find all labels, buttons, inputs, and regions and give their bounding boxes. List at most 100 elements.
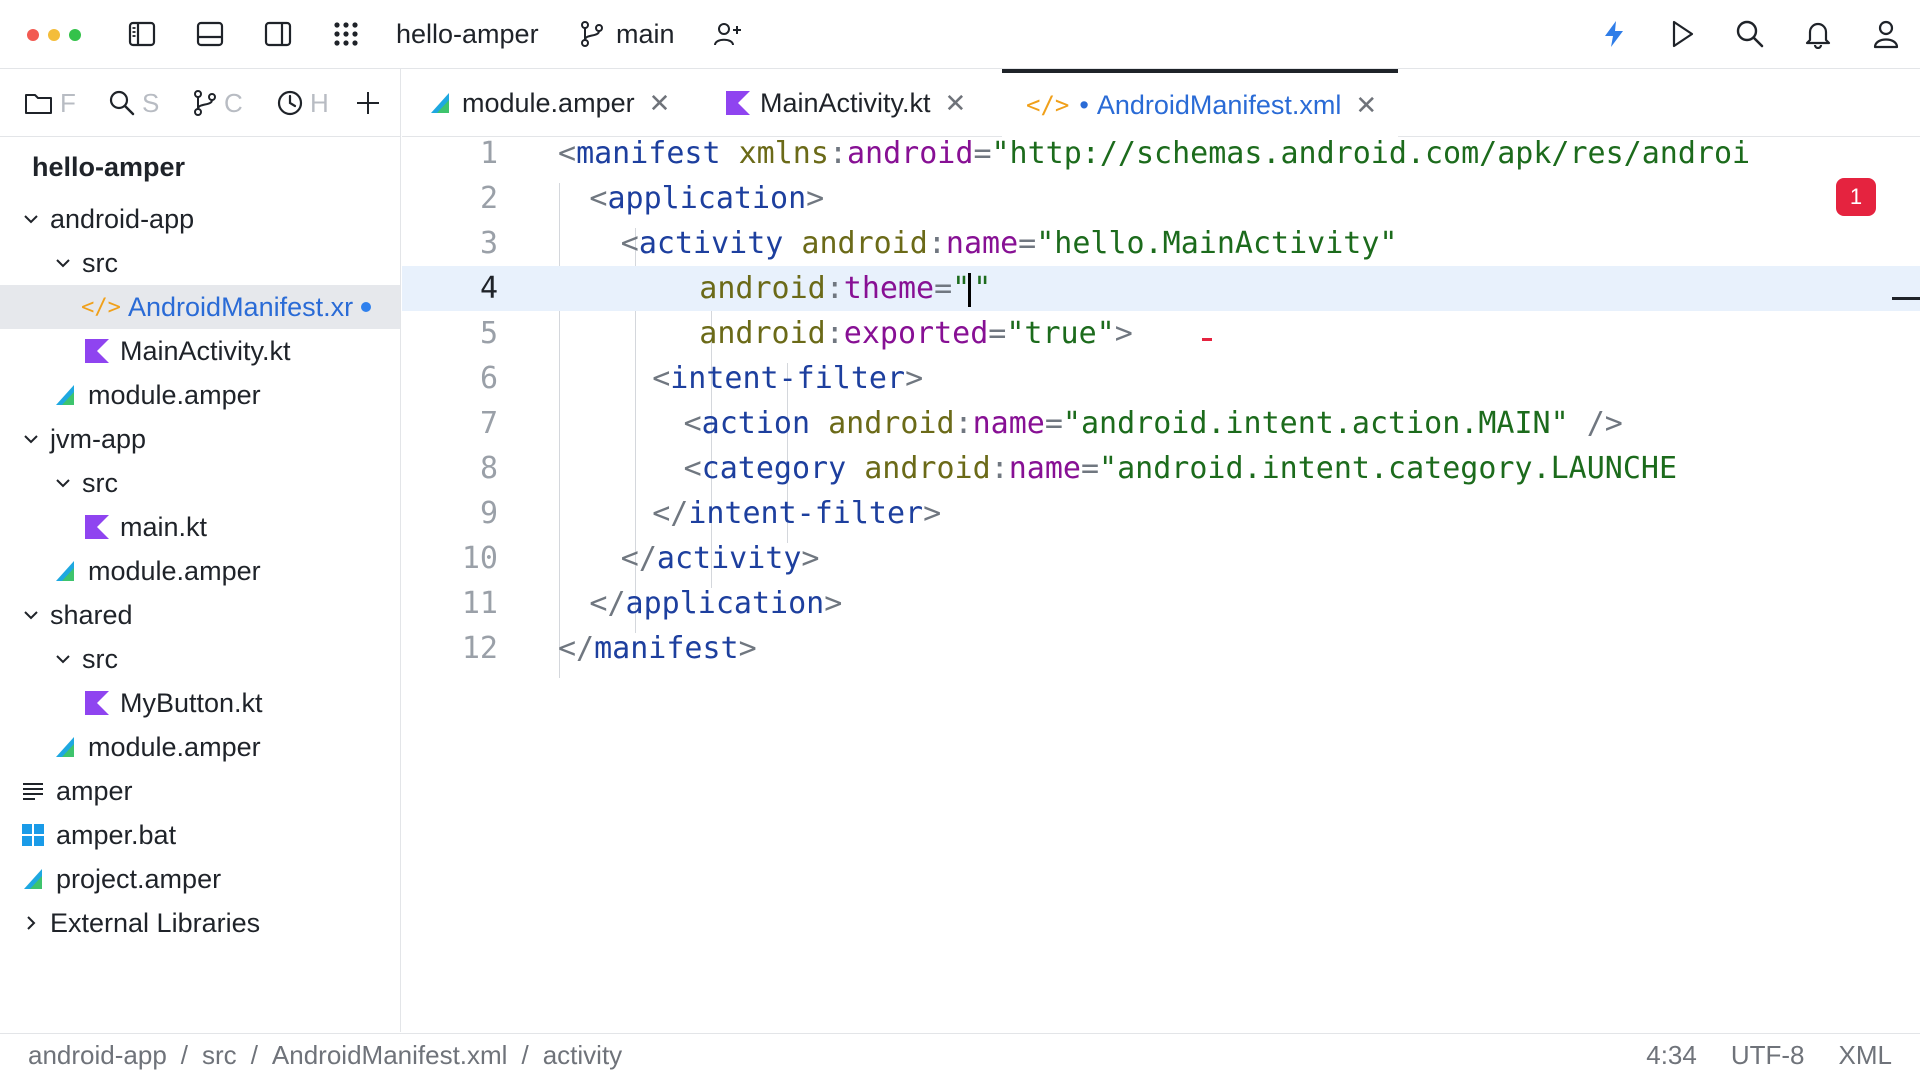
token-eq: = xyxy=(988,316,1007,351)
folder-icon xyxy=(25,94,52,114)
file-language[interactable]: XML xyxy=(1839,1040,1892,1071)
code-text: <category android:name="android.intent.c… xyxy=(684,446,1677,491)
chevron-down-icon[interactable] xyxy=(52,252,74,274)
code-line[interactable]: 3 <activity android:name="hello.MainActiv… xyxy=(402,221,1920,266)
token-ns: android xyxy=(847,138,974,171)
tree-item[interactable]: MyButton.kt xyxy=(0,681,400,725)
plus-icon xyxy=(357,92,379,114)
tree-item[interactable]: project.amper xyxy=(0,857,400,901)
add-user-icon[interactable] xyxy=(710,16,746,52)
code-line[interactable]: 1 <manifest xmlns:android="http://schemas… xyxy=(402,138,1920,176)
code-line[interactable]: 12 </manifest> xyxy=(402,626,1920,671)
error-count-badge[interactable]: 1 xyxy=(1836,178,1876,216)
main-menu-grid-icon[interactable] xyxy=(328,16,364,52)
code-editor[interactable]: 1 <manifest xmlns:android="http://schemas… xyxy=(402,138,1920,1032)
close-tab-icon[interactable]: ✕ xyxy=(1355,90,1377,121)
tab-commit[interactable]: C xyxy=(192,85,243,121)
tree-item[interactable]: </> AndroidManifest.xr xyxy=(0,285,400,329)
code-line[interactable]: 5 android:exported="true"> xyxy=(402,311,1920,356)
token-val: "http://schemas.android.com/apk/res/andr… xyxy=(991,138,1751,171)
tree-item[interactable]: shared xyxy=(0,593,400,637)
chevron-down-icon[interactable] xyxy=(20,208,42,230)
breadcrumb-item[interactable]: AndroidManifest.xml xyxy=(272,1040,508,1071)
line-number: 12 xyxy=(461,631,498,666)
breadcrumb-item[interactable]: activity xyxy=(543,1040,622,1071)
tree-item[interactable]: src xyxy=(0,461,400,505)
lightning-icon[interactable] xyxy=(1596,16,1632,52)
code-line[interactable]: 11 </application> xyxy=(402,581,1920,626)
code-line[interactable]: 6 <intent-filter> xyxy=(402,356,1920,401)
maximize-window-button[interactable] xyxy=(69,29,81,41)
code-text: </activity> xyxy=(621,536,820,581)
tree-item[interactable]: main.kt xyxy=(0,505,400,549)
tree-item[interactable]: External Libraries xyxy=(0,901,400,945)
tree-item[interactable]: module.amper xyxy=(0,549,400,593)
code-text: <activity android:name="hello.MainActivi… xyxy=(621,221,1398,266)
tree-item[interactable]: src xyxy=(0,241,400,285)
tree-item[interactable]: module.amper xyxy=(0,373,400,417)
amper-icon xyxy=(20,866,46,892)
code-text: </intent-filter> xyxy=(652,491,941,536)
breadcrumb-item[interactable]: src xyxy=(202,1040,237,1071)
chevron-down-icon[interactable] xyxy=(20,428,42,450)
tree-item[interactable]: amper.bat xyxy=(0,813,400,857)
token-close: > xyxy=(738,631,757,666)
tree-item[interactable]: amper xyxy=(0,769,400,813)
chevron-down-icon[interactable] xyxy=(52,648,74,670)
search-icon[interactable] xyxy=(1732,16,1768,52)
close-tab-icon[interactable]: ✕ xyxy=(649,88,671,119)
project-root[interactable]: hello-amper xyxy=(32,152,185,183)
code-line[interactable]: 8 <category android:name="android.intent.… xyxy=(402,446,1920,491)
add-tab-button[interactable] xyxy=(354,85,382,121)
breadcrumb-item[interactable]: android-app xyxy=(28,1040,167,1071)
project-name[interactable]: hello-amper xyxy=(396,18,539,50)
bottom-panel-toggle-icon[interactable] xyxy=(192,16,228,52)
chevron-down-icon[interactable] xyxy=(20,604,42,626)
run-icon[interactable] xyxy=(1664,16,1700,52)
windows-icon xyxy=(20,822,46,848)
token-ns: theme xyxy=(843,271,935,306)
cursor-position[interactable]: 4:34 xyxy=(1646,1040,1697,1071)
editor-tab-androidmanifest[interactable]: </> • AndroidManifest.xml ✕ xyxy=(1002,69,1398,137)
token-colon: : xyxy=(828,138,847,171)
bell-icon[interactable] xyxy=(1800,16,1836,52)
tree-item[interactable]: jvm-app xyxy=(0,417,400,461)
scrollbar-marker[interactable] xyxy=(1892,297,1920,300)
tree-item[interactable]: MainActivity.kt xyxy=(0,329,400,373)
left-panel-toggle-icon[interactable] xyxy=(124,16,160,52)
token-attr: xmlns xyxy=(738,138,829,171)
tab-history[interactable]: H xyxy=(276,85,329,121)
chevron-down-icon[interactable] xyxy=(52,472,74,494)
close-window-button[interactable] xyxy=(27,29,39,41)
code-line[interactable]: 4 android:theme=" " xyxy=(402,266,1920,311)
tree-item-label: MainActivity.kt xyxy=(120,335,291,366)
git-branch-icon xyxy=(574,16,610,52)
tree-item-label: jvm-app xyxy=(50,423,147,454)
code-line[interactable]: 10 </activity> xyxy=(402,536,1920,581)
minimize-window-button[interactable] xyxy=(48,29,60,41)
tab-search[interactable]: S xyxy=(108,85,159,121)
editor-tab-mainactivity[interactable]: MainActivity.kt ✕ xyxy=(726,69,966,137)
tab-files[interactable]: F xyxy=(24,85,76,121)
close-tab-icon[interactable]: ✕ xyxy=(945,88,967,119)
line-number: 11 xyxy=(461,586,498,621)
tree-item[interactable]: src xyxy=(0,637,400,681)
token-colon: : xyxy=(825,271,844,306)
right-panel-toggle-icon[interactable] xyxy=(260,16,296,52)
code-text: <application> xyxy=(589,176,824,221)
code-text: <action android:name="android.intent.act… xyxy=(684,401,1623,446)
tree-item[interactable]: android-app xyxy=(0,197,400,241)
token-open: < xyxy=(652,361,671,396)
code-line[interactable]: 2 <application> xyxy=(402,176,1920,221)
editor-tab-module-amper[interactable]: module.amper ✕ xyxy=(428,69,670,137)
code-line[interactable]: 9 </intent-filter> xyxy=(402,491,1920,536)
branch-name[interactable]: main xyxy=(616,18,675,50)
code-text: </application> xyxy=(589,581,842,626)
line-number: 1 xyxy=(479,138,498,171)
chevron-right-icon[interactable] xyxy=(20,912,42,934)
user-icon[interactable] xyxy=(1868,16,1904,52)
editor-tab-bar: module.amper ✕ MainActivity.kt ✕ </> • A… xyxy=(402,69,1920,137)
code-line[interactable]: 7 <action android:name="android.intent.ac… xyxy=(402,401,1920,446)
file-encoding[interactable]: UTF-8 xyxy=(1731,1040,1805,1071)
tree-item[interactable]: module.amper xyxy=(0,725,400,769)
